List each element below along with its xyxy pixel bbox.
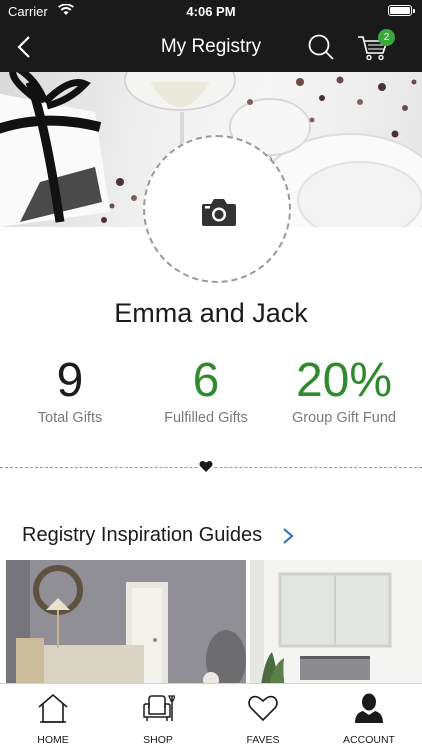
tab-shop-label: SHOP: [143, 734, 173, 746]
cart-count-badge: 2: [378, 29, 395, 46]
nav-bar: My Registry 2: [0, 22, 422, 72]
total-gifts-label: Total Gifts: [37, 410, 103, 426]
tab-home-label: HOME: [37, 734, 69, 746]
fulfilled-gifts-label: Fulfilled Gifts: [164, 410, 248, 426]
add-photo-button[interactable]: [143, 135, 291, 283]
registry-couple-name: Emma and Jack: [114, 298, 308, 328]
tab-bar: HOME SHOP FAVES ACCOUNT: [0, 683, 422, 750]
tab-faves[interactable]: FAVES: [223, 692, 303, 746]
total-gifts-value: 9: [56, 354, 84, 407]
search-icon[interactable]: [306, 32, 336, 62]
tab-faves-label: FAVES: [246, 734, 280, 746]
group-gift-fund-value: 20%: [295, 354, 393, 407]
tab-account-label: ACCOUNT: [343, 734, 395, 746]
camera-icon: [202, 199, 236, 226]
fulfilled-gifts-stat[interactable]: 6 Fulfilled Gifts: [136, 354, 276, 426]
status-bar: Carrier 4:06 PM: [0, 0, 422, 22]
inspiration-guide-card[interactable]: [250, 560, 422, 692]
group-gift-fund-stat[interactable]: 20% Group Gift Fund: [270, 354, 418, 426]
tab-account[interactable]: ACCOUNT: [329, 692, 409, 746]
battery-icon: [388, 5, 415, 16]
chevron-right-icon[interactable]: [281, 527, 295, 545]
status-time: 4:06 PM: [186, 4, 236, 19]
heart-icon: [248, 695, 278, 722]
tab-shop[interactable]: SHOP: [118, 692, 198, 746]
tab-home[interactable]: HOME: [13, 692, 93, 746]
inspiration-guide-card[interactable]: [6, 560, 246, 692]
heart-divider-icon: [199, 460, 213, 473]
group-gift-fund-label: Group Gift Fund: [292, 410, 396, 426]
total-gifts-stat[interactable]: 9 Total Gifts: [0, 354, 140, 426]
house-icon: [38, 693, 68, 723]
person-icon: [355, 693, 383, 723]
fulfilled-gifts-value: 6: [192, 354, 220, 407]
armchair-icon: [143, 695, 175, 721]
inspiration-guides-link[interactable]: Registry Inspiration Guides: [22, 524, 262, 547]
